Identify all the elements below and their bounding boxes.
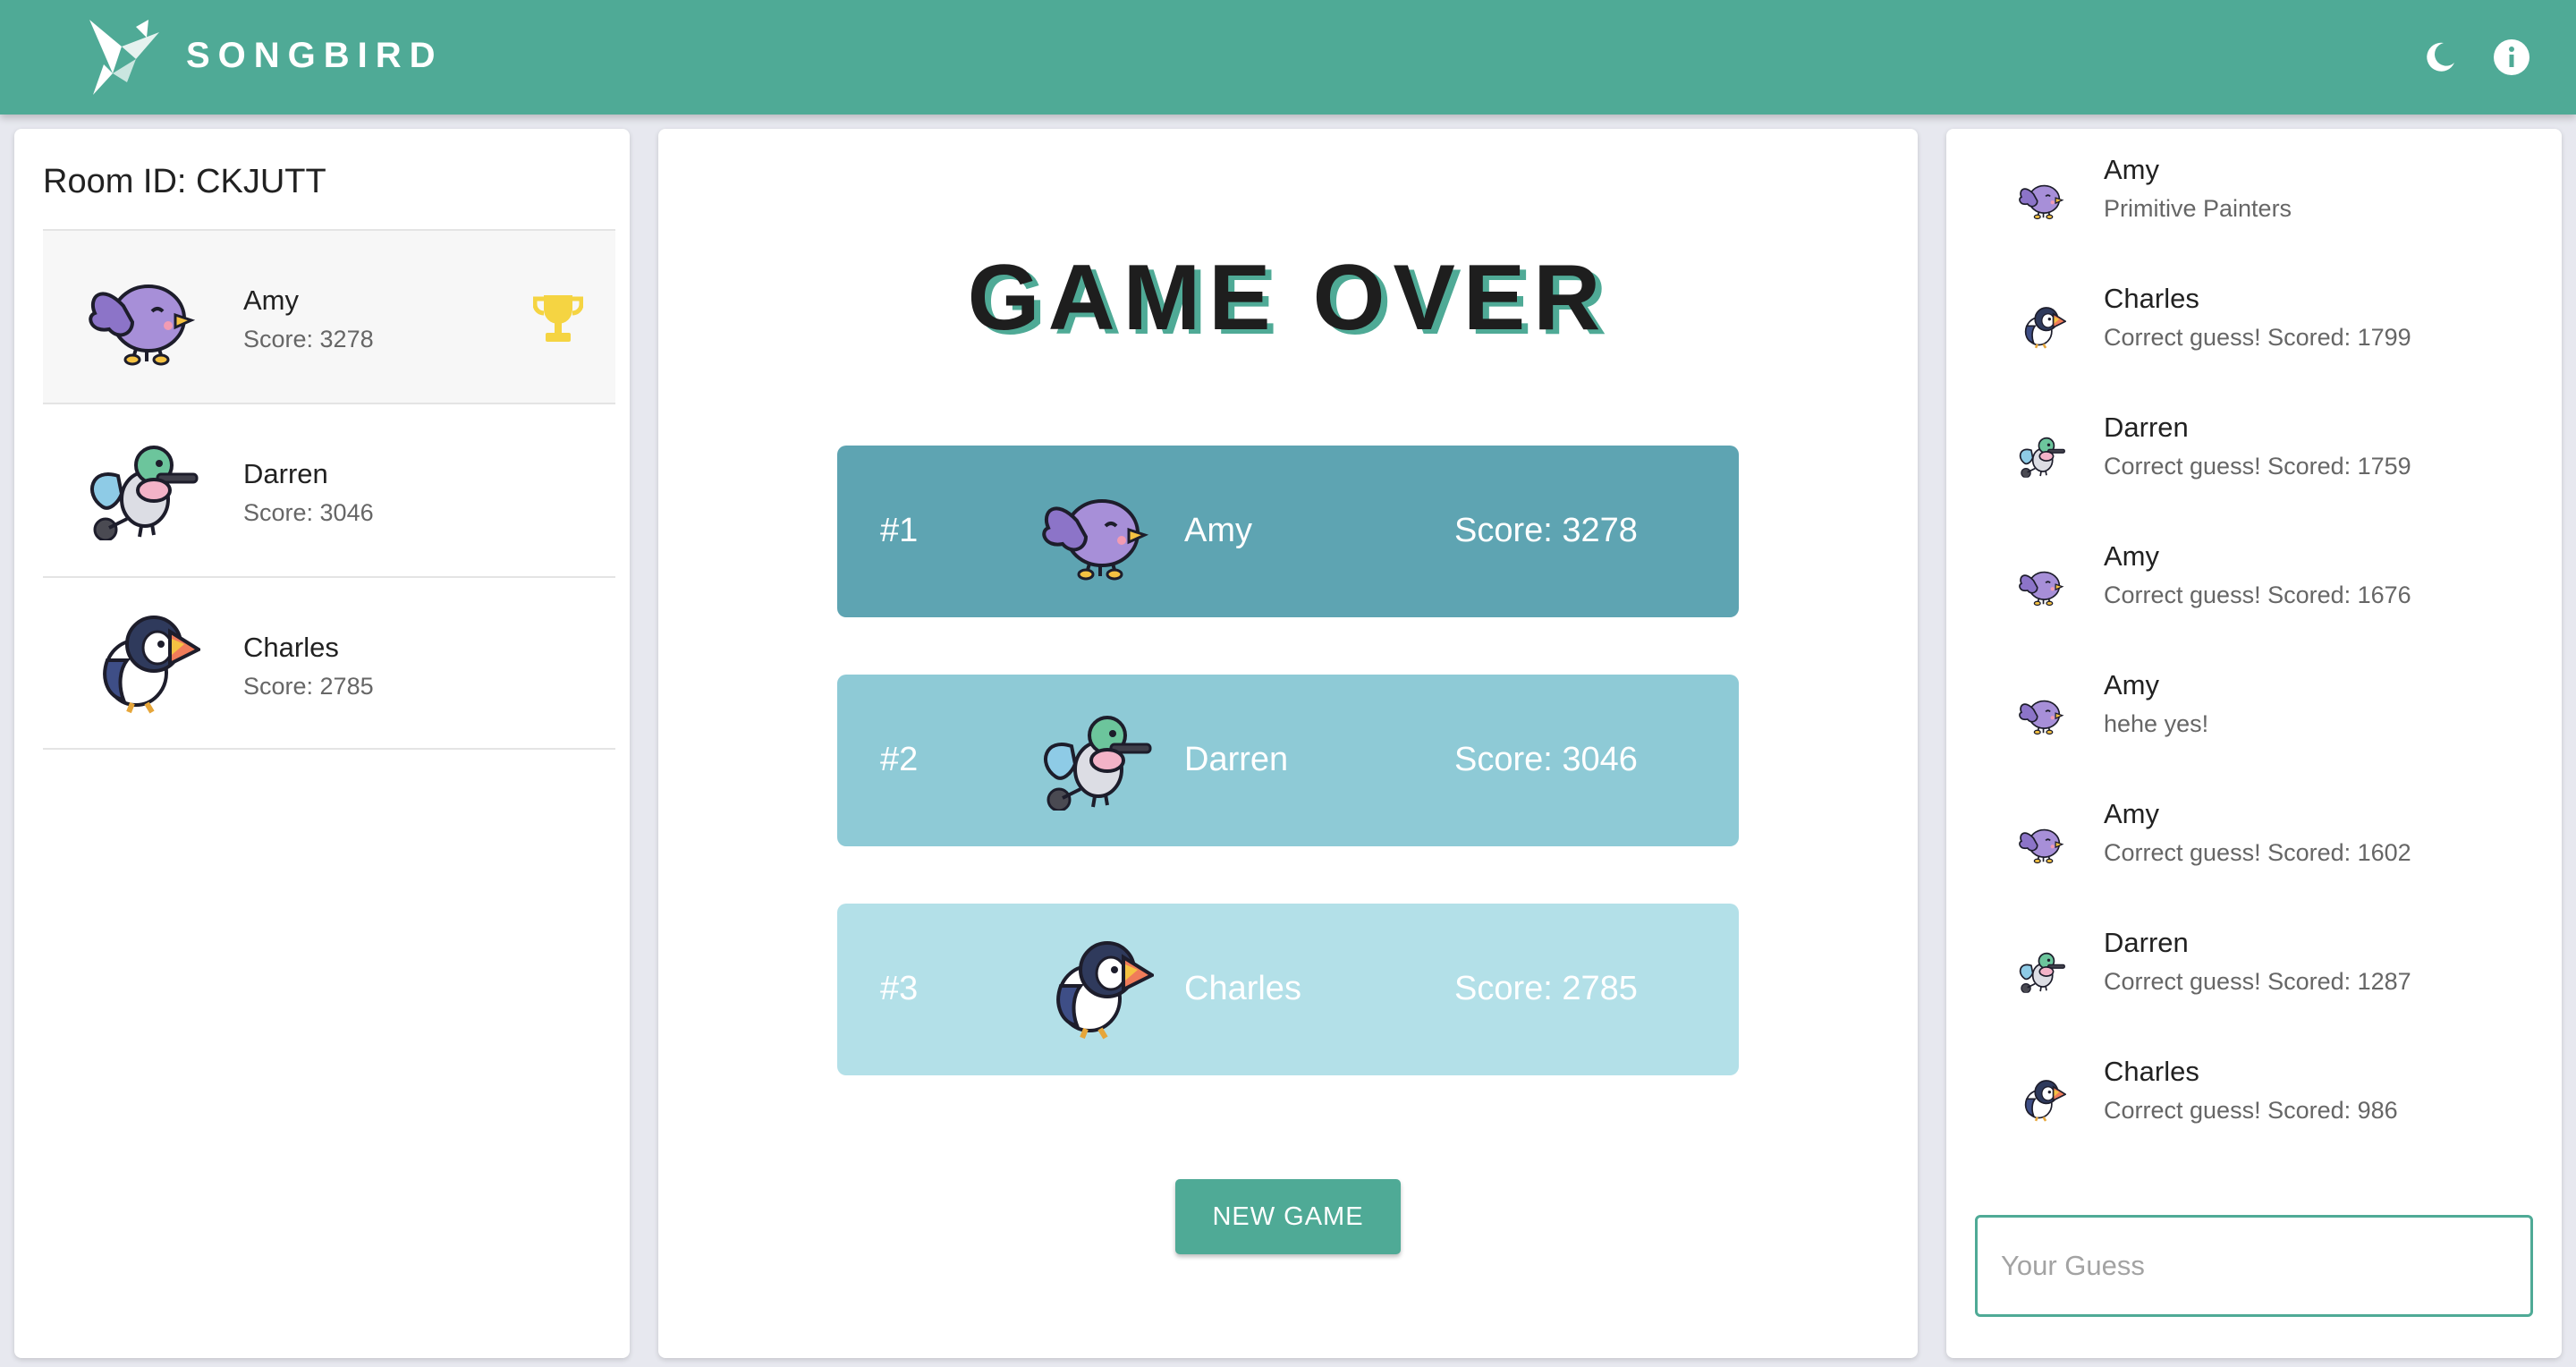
chat-message: Amy Correct guess! Scored: 1602 (1946, 798, 2562, 927)
puffin-avatar (1036, 939, 1154, 1040)
guess-input[interactable] (1975, 1215, 2533, 1317)
chat-text: Correct guess! Scored: 1799 (2104, 324, 2411, 351)
chat-text: Correct guess! Scored: 1759 (2104, 453, 2411, 480)
chat-sender: Amy (2104, 798, 2159, 829)
player-row: Darren Score: 3046 (43, 403, 615, 576)
chat-sender: Amy (2104, 669, 2159, 700)
rank-number: #2 (880, 741, 919, 778)
chat-message: Darren Correct guess! Scored: 1759 (1946, 412, 2562, 540)
chat-message-list: Amy Primitive Painters Charles Correct g… (1946, 154, 2562, 1184)
chat-text: hehe yes! (2104, 710, 2209, 737)
new-game-button[interactable]: NEW GAME (1175, 1179, 1401, 1254)
info-button[interactable] (2488, 34, 2535, 81)
trophy-icon (533, 295, 583, 342)
player-list: Amy Score: 3278 Darren Score: 3046 Charl… (43, 229, 615, 750)
ranking-card-1: #1 Amy Score: 3278 (837, 446, 1739, 617)
chat-message: Charles Correct guess! Scored: 1799 (1946, 283, 2562, 412)
purple-bird-avatar (2016, 818, 2066, 868)
game-panel: GAME OVER #1 Amy Score: 3278 #2 Darren S… (658, 129, 1918, 1358)
chat-sender: Charles (2104, 283, 2199, 314)
rank-score: Score: 2785 (1454, 970, 1638, 1007)
chat-panel: Amy Primitive Painters Charles Correct g… (1946, 129, 2562, 1358)
chat-sender: Amy (2104, 154, 2159, 185)
purple-bird-avatar (1036, 481, 1154, 582)
purple-bird-avatar (82, 267, 200, 367)
player-score: Score: 2785 (243, 673, 374, 700)
origami-bird-icon (89, 20, 159, 95)
theme-toggle-button[interactable] (2417, 34, 2463, 81)
moon-icon (2427, 42, 2454, 72)
chat-message: Amy Correct guess! Scored: 1676 (1946, 540, 2562, 669)
info-icon (2494, 39, 2529, 75)
chat-text: Correct guess! Scored: 1676 (2104, 582, 2411, 608)
players-panel: Room ID: CKJUTT Amy Score: 3278 Darren S… (14, 129, 630, 1358)
player-name: Darren (243, 458, 328, 489)
puffin-avatar (2016, 1075, 2066, 1125)
chat-text: Correct guess! Scored: 986 (2104, 1097, 2398, 1124)
chat-sender: Charles (2104, 1056, 2199, 1087)
hummingbird-avatar (1036, 710, 1154, 811)
rank-player-name: Darren (1184, 741, 1289, 778)
player-score: Score: 3046 (243, 499, 374, 526)
ranking-card-3: #3 Charles Score: 2785 (837, 904, 1739, 1075)
puffin-avatar (82, 614, 200, 714)
hummingbird-avatar (82, 440, 200, 540)
app-bar: SONGBIRD (0, 0, 2576, 115)
player-row: Amy Score: 3278 (43, 229, 615, 403)
rank-player-name: Amy (1184, 512, 1252, 549)
player-row: Charles Score: 2785 (43, 576, 615, 750)
rank-number: #1 (880, 512, 919, 549)
rank-score: Score: 3046 (1454, 741, 1638, 778)
player-name: Amy (243, 284, 299, 316)
chat-sender: Darren (2104, 927, 2189, 958)
puffin-avatar (2016, 302, 2066, 352)
chat-message: Amy hehe yes! (1946, 669, 2562, 798)
room-id: Room ID: CKJUTT (43, 163, 326, 200)
rank-player-name: Charles (1184, 970, 1301, 1007)
purple-bird-avatar (2016, 689, 2066, 739)
chat-text: Primitive Painters (2104, 195, 2292, 222)
ranking-card-2: #2 Darren Score: 3046 (837, 675, 1739, 846)
rank-number: #3 (880, 970, 919, 1007)
rank-score: Score: 3278 (1454, 512, 1638, 549)
chat-text: Correct guess! Scored: 1287 (2104, 968, 2411, 995)
hummingbird-avatar (2016, 947, 2066, 997)
player-name: Charles (243, 632, 339, 663)
player-score: Score: 3278 (243, 326, 374, 352)
chat-sender: Darren (2104, 412, 2189, 443)
chat-message: Amy Primitive Painters (1946, 154, 2562, 283)
brand-name: SONGBIRD (186, 36, 444, 75)
chat-message: Charles Correct guess! Scored: 986 (1946, 1056, 2562, 1184)
game-over-title: GAME OVER (967, 246, 1609, 350)
chat-sender: Amy (2104, 540, 2159, 572)
purple-bird-avatar (2016, 174, 2066, 224)
hummingbird-avatar (2016, 431, 2066, 481)
chat-message: Darren Correct guess! Scored: 1287 (1946, 927, 2562, 1056)
purple-bird-avatar (2016, 560, 2066, 610)
chat-text: Correct guess! Scored: 1602 (2104, 839, 2411, 866)
